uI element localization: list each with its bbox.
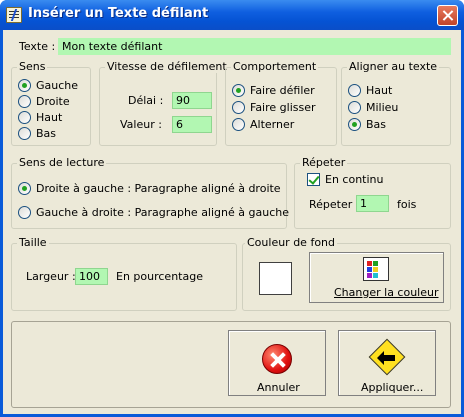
vitesse-group: Vitesse de défilement Délai : 90 Valeur …: [99, 60, 229, 146]
valeur-label: Valeur :: [120, 118, 162, 131]
lecture-option-label: Droite à gauche : Paragraphe aligné à dr…: [36, 182, 281, 195]
comportement-option-glisser[interactable]: Faire glisser: [232, 101, 316, 114]
radio-icon: [232, 101, 245, 114]
radio-icon: [348, 101, 361, 114]
largeur-label: Largeur :: [26, 270, 76, 283]
radio-icon: [232, 118, 245, 131]
title-bar[interactable]: Insérer un Texte défilant: [0, 0, 464, 30]
sens-option-droite[interactable]: Droite: [18, 95, 70, 108]
comportement-option-label: Faire glisser: [250, 101, 316, 114]
close-button[interactable]: [437, 5, 458, 26]
comportement-option-label: Alterner: [250, 118, 295, 131]
unit-label: En pourcentage: [116, 270, 203, 283]
delai-label: Délai :: [128, 94, 164, 107]
sens-option-haut[interactable]: Haut: [18, 111, 62, 124]
fois-label: fois: [397, 198, 417, 211]
texte-label: Texte :: [19, 40, 56, 53]
radio-icon: [18, 182, 31, 195]
aligner-option-label: Bas: [366, 118, 387, 131]
radio-icon: [18, 127, 31, 140]
radio-icon: [18, 95, 31, 108]
cancel-x-icon: [262, 344, 292, 374]
valeur-input[interactable]: 6: [172, 116, 212, 133]
aligner-option-haut[interactable]: Haut: [348, 84, 392, 97]
aligner-option-bas[interactable]: Bas: [348, 118, 386, 131]
aligner-option-milieu[interactable]: Milieu: [348, 101, 398, 114]
arrow-left-icon: [377, 351, 395, 365]
largeur-input[interactable]: 100: [75, 268, 108, 285]
sens-option-label: Droite: [36, 95, 70, 108]
comportement-option-defiler[interactable]: Faire défiler: [232, 84, 315, 97]
color-palette-icon: [363, 257, 389, 281]
aligner-option-label: Milieu: [366, 101, 399, 114]
comportement-group: Comportement Faire défiler Faire glisser…: [225, 60, 337, 146]
radio-icon: [232, 84, 245, 97]
sens-group: Sens Gauche Droite Haut Bas: [11, 60, 91, 146]
fond-title: Couleur de fond: [245, 236, 337, 249]
en-continu-checkbox[interactable]: En continu: [307, 173, 383, 186]
comportement-title: Comportement: [231, 60, 319, 73]
sens-option-gauche[interactable]: Gauche: [18, 79, 78, 92]
lecture-title: Sens de lecture: [17, 156, 107, 169]
taille-group: Taille Largeur : 100 En pourcentage: [11, 236, 237, 311]
sens-title: Sens: [17, 60, 48, 73]
taille-title: Taille: [17, 236, 49, 249]
cancel-label: Annuler: [257, 381, 300, 394]
en-continu-label: En continu: [325, 173, 384, 186]
radio-icon: [18, 206, 31, 219]
apply-button[interactable]: Appliquer...: [338, 330, 436, 396]
dialog-body: Texte : Mon texte défilant Sens Gauche D…: [3, 30, 461, 414]
lecture-group: Sens de lecture Droite à gauche : Paragr…: [11, 156, 289, 229]
radio-icon: [348, 84, 361, 97]
repeter-count-label: Répeter :: [309, 198, 360, 211]
aligner-option-label: Haut: [366, 84, 393, 97]
radio-icon: [18, 79, 31, 92]
sens-option-label: Gauche: [36, 79, 79, 92]
lecture-option-droite-gauche[interactable]: Droite à gauche : Paragraphe aligné à dr…: [18, 182, 281, 195]
fond-group: Couleur de fond Changer la couleur: [242, 236, 451, 311]
lecture-option-label: Gauche à droite : Paragraphe aligné à ga…: [36, 206, 289, 219]
comportement-option-alterner[interactable]: Alterner: [232, 118, 294, 131]
aligner-title: Aligner au texte: [347, 60, 440, 73]
aligner-group: Aligner au texte Haut Milieu Bas: [341, 60, 451, 146]
cancel-button[interactable]: Annuler: [228, 330, 326, 396]
lecture-option-gauche-droite[interactable]: Gauche à droite : Paragraphe aligné à ga…: [18, 206, 289, 219]
scrolling-text-icon: [6, 7, 22, 23]
sens-option-label: Haut: [36, 111, 63, 124]
dialog-window: Insérer un Texte défilant Texte : Mon te…: [0, 0, 464, 417]
vitesse-title: Vitesse de défilement: [105, 60, 229, 73]
radio-icon: [18, 111, 31, 124]
repeter-title: Répeter: [300, 156, 348, 169]
sens-option-label: Bas: [36, 127, 57, 140]
apply-label: Appliquer...: [361, 381, 424, 394]
change-color-button[interactable]: Changer la couleur: [309, 252, 444, 303]
change-color-label: Changer la couleur: [334, 286, 439, 299]
repeter-group: Répeter En continu Répeter : 1 fois: [294, 156, 451, 229]
sens-option-bas[interactable]: Bas: [18, 127, 56, 140]
checkbox-icon: [307, 173, 320, 186]
radio-icon: [348, 118, 361, 131]
texte-input[interactable]: Mon texte défilant: [58, 38, 451, 55]
window-title: Insérer un Texte défilant: [28, 6, 209, 21]
repeter-count-input[interactable]: 1: [356, 195, 389, 212]
comportement-option-label: Faire défiler: [250, 84, 315, 97]
action-panel: Annuler Appliquer...: [11, 321, 451, 408]
delai-input[interactable]: 90: [172, 92, 212, 109]
color-swatch: [259, 262, 292, 295]
